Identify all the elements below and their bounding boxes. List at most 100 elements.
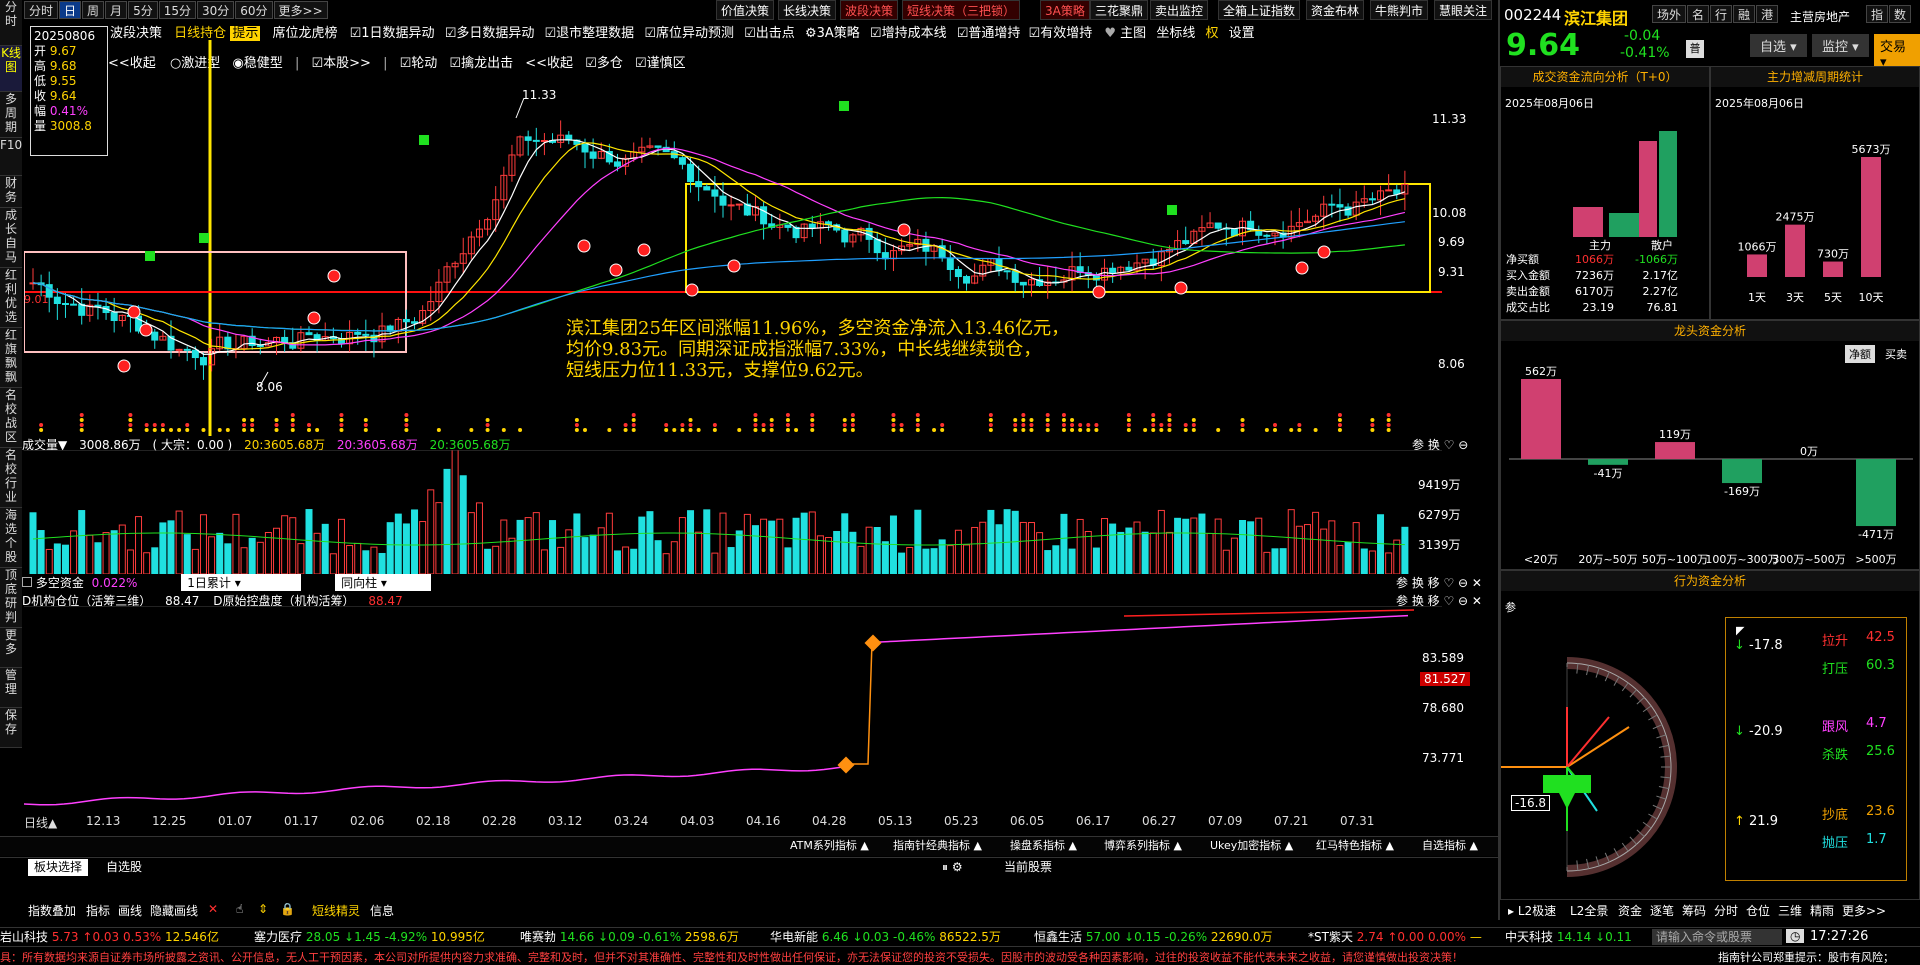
bar-mode-select[interactable]: 同向柱 ▾ [335, 574, 432, 591]
arrow-icon[interactable]: ⇕ [258, 902, 268, 916]
tb-normal[interactable]: ☑普通增持 [957, 26, 1021, 41]
period-30m[interactable]: 30分 [196, 1, 235, 19]
left-tab-more[interactable]: 更多 [0, 628, 22, 668]
tb-band[interactable]: 波段决策 [110, 26, 162, 41]
rtab-chip[interactable]: 筹码 [1682, 902, 1706, 919]
period-month[interactable]: 月 [105, 1, 128, 19]
menu-bollinger[interactable]: 资金布林 [1306, 0, 1365, 20]
left-tab-fenshi[interactable]: 分时 [0, 0, 22, 46]
ind-classic[interactable]: 指南针经典指标 ▲ [893, 837, 982, 855]
left-tab-f10[interactable]: F10 [0, 138, 22, 176]
menu-3a[interactable]: 3A策略 [1040, 0, 1090, 20]
rtab-3d[interactable]: 三维 [1778, 902, 1802, 919]
left-tab-redflag[interactable]: 红旗飘飘 [0, 328, 22, 388]
rtab-fenshi[interactable]: 分时 [1714, 902, 1738, 919]
tb-settings[interactable]: 设置 [1229, 26, 1255, 41]
accum-select[interactable]: 1日累计 ▾ [181, 574, 302, 591]
left-tab-school[interactable]: 名校战区 [0, 388, 22, 448]
tb-seat-pred[interactable]: ☑席位异动预测 [644, 26, 734, 41]
lock-icon[interactable]: 🔒 [280, 902, 295, 916]
left-tab-kline[interactable]: K线图 [0, 46, 22, 92]
left-tab-school-industry[interactable]: 名校行业 [0, 448, 22, 508]
period-15m[interactable]: 15分 [158, 1, 196, 19]
left-tab-topbottom[interactable]: 顶底研判 [0, 568, 22, 628]
tool-hide-draw[interactable]: 隐藏画线 [150, 902, 198, 919]
ind-custom[interactable]: 自选指标 ▲ [1422, 837, 1478, 855]
tb-right[interactable]: 权 [1205, 26, 1218, 41]
ticker-item[interactable]: 塞力医疗 28.05 ↓1.45 -4.92% 10.995亿 [254, 928, 485, 945]
tab-gang[interactable]: 港 [1756, 5, 1779, 23]
menu-index[interactable]: 全箱上证指数 [1218, 0, 1301, 20]
block-select-tab[interactable]: 板块选择 [28, 859, 89, 876]
tb-seat[interactable]: 席位龙虎榜 [272, 26, 337, 41]
btn-index[interactable]: 指 [1866, 5, 1889, 23]
monitor-button[interactable]: 监控 ▾ [1812, 34, 1869, 57]
ticker-item[interactable]: 中天科技 14.14 ↓0.11 [1505, 928, 1632, 945]
ticker-item[interactable]: 唯赛勃 14.66 ↓0.09 -0.61% 2598.6万 [520, 928, 739, 945]
hand-icon[interactable]: ☝ [236, 902, 243, 916]
ind-caopan[interactable]: 操盘系指标 ▲ [1010, 837, 1077, 855]
ticker-item[interactable]: *ST紫天 2.74 ↑0.00 0.00% — [1308, 928, 1482, 945]
menu-value[interactable]: 价值决策 [716, 0, 775, 20]
pause-icon[interactable]: ⏸ ⚙ [942, 859, 963, 876]
tb-attack[interactable]: ☑出击点 [744, 26, 795, 41]
tb-tip[interactable]: 提示 [230, 26, 261, 41]
tb-axis[interactable]: 坐标线 [1156, 26, 1195, 41]
tb-multiday[interactable]: ☑多日数据异动 [445, 26, 535, 41]
ind-game[interactable]: 博弈系列指标 ▲ [1104, 837, 1182, 855]
menu-short[interactable]: 短线决策（三把锁） [902, 0, 1021, 20]
left-tab-selection[interactable]: 海选个股 [0, 508, 22, 568]
tb-3a[interactable]: ⚙3A策略 [805, 26, 860, 41]
tb-1day[interactable]: ☑1日数据异动 [350, 26, 435, 41]
tab-otc[interactable]: 场外 [1652, 5, 1687, 23]
ticker-item[interactable]: 华电新能 6.46 ↓0.03 -0.46% 86522.5万 [770, 928, 1001, 945]
menu-focus[interactable]: 慧眼关注 [1434, 0, 1493, 20]
tab-rong[interactable]: 融 [1733, 5, 1756, 23]
left-tab-growth[interactable]: 成长自马 [0, 208, 22, 268]
rtab-fund[interactable]: 资金 [1618, 902, 1642, 919]
menu-band[interactable]: 波段决策 [840, 0, 899, 20]
period-60m[interactable]: 60分 [235, 1, 273, 19]
tool-draw[interactable]: 画线 [118, 902, 142, 919]
period-more[interactable]: 更多>> [273, 1, 328, 19]
rtab-position[interactable]: 仓位 [1746, 902, 1770, 919]
menu-long[interactable]: 长线决策 [778, 0, 837, 20]
tb-main[interactable]: 主图 [1120, 26, 1146, 41]
period-day[interactable]: 日 [59, 1, 82, 19]
btn-number[interactable]: 数 [1889, 5, 1912, 23]
menu-sanhua[interactable]: 三花聚鼎 [1090, 0, 1149, 20]
period-week[interactable]: 周 [82, 1, 105, 19]
tb-cost[interactable]: ☑增持成本线 [870, 26, 947, 41]
rtab-rain[interactable]: 精雨 [1810, 902, 1834, 919]
menu-sell-monitor[interactable]: 卖出监控 [1150, 0, 1209, 20]
left-tab-multiperiod[interactable]: 多周期 [0, 92, 22, 138]
ind-atm[interactable]: ATM系列指标 ▲ [790, 837, 869, 855]
info-icon[interactable]: 普 [1686, 40, 1704, 58]
tool-sprite[interactable]: 短线精灵 [312, 902, 360, 919]
tool-index-overlay[interactable]: 指数叠加 [28, 902, 76, 919]
current-stock-tab[interactable]: 当前股票 [1004, 859, 1052, 876]
rtab-tick[interactable]: 逐笔 [1650, 902, 1674, 919]
tb-effective[interactable]: ☑有效增持 [1029, 26, 1093, 41]
rtab-more[interactable]: 更多>> [1842, 902, 1886, 919]
rtab-l2full[interactable]: L2全景 [1570, 902, 1608, 919]
delete-icon[interactable]: ✕ [208, 902, 218, 916]
tool-indicator[interactable]: 指标 [86, 902, 110, 919]
menu-bullbear[interactable]: 牛熊判市 [1370, 0, 1429, 20]
watchlist-tab[interactable]: 自选股 [106, 859, 142, 876]
period-fenshi[interactable]: 分时 [24, 1, 59, 19]
tab-hang[interactable]: 行 [1710, 5, 1733, 23]
ind-ukey[interactable]: Ukey加密指标 ▲ [1210, 837, 1293, 855]
panel-controls[interactable]: 参 换 移 ♡ ⊖ ✕ [1396, 574, 1482, 591]
heart-icon[interactable]: ♥ [1104, 26, 1116, 41]
left-tab-save[interactable]: 保存 [0, 708, 22, 748]
tool-info[interactable]: 信息 [370, 902, 394, 919]
command-input[interactable]: 请输入命令或股票 [1652, 929, 1782, 945]
tab-ming[interactable]: 名 [1687, 5, 1710, 23]
ticker-item[interactable]: 岩山科技 5.73 ↑0.03 0.53% 12.546亿 [0, 928, 219, 945]
ticker-item[interactable]: 恒鑫生活 57.00 ↓0.15 -0.26% 22690.0万 [1034, 928, 1273, 945]
rtab-l2fast[interactable]: ▸ L2极速 [1508, 902, 1556, 919]
tb-delist[interactable]: ☑退市整理数据 [545, 26, 635, 41]
x-axis-mode[interactable]: 日线▲ [24, 814, 57, 831]
left-tab-dividend[interactable]: 红利优选 [0, 268, 22, 328]
